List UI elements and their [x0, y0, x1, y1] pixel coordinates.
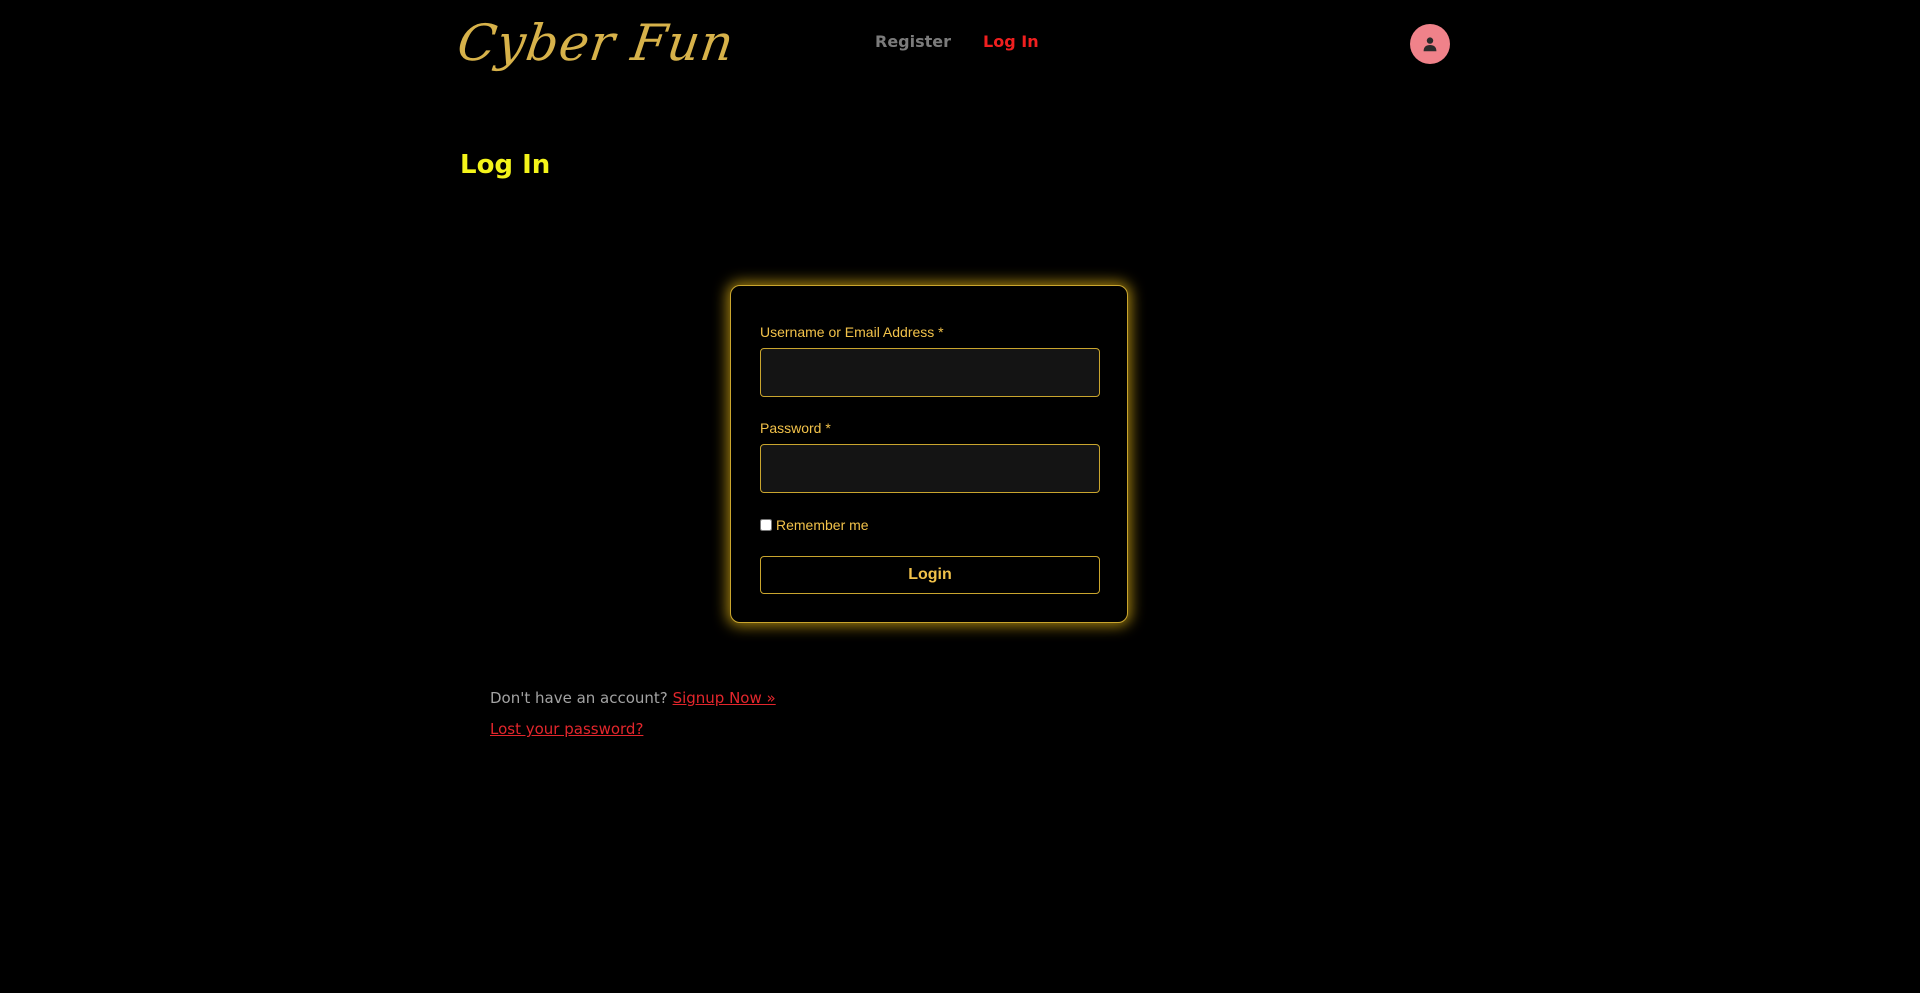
remember-me-row: Remember me [760, 517, 1098, 533]
login-page: Cyber Fun Register Log In Log In Usernam… [0, 0, 1920, 993]
no-account-text: Don't have an account? [490, 689, 668, 707]
page-title: Log In [460, 150, 551, 180]
user-icon [1423, 37, 1437, 52]
remember-me-checkbox[interactable] [760, 519, 772, 531]
login-button[interactable]: Login [760, 556, 1100, 594]
login-form: Username or Email Address * Password * R… [730, 285, 1128, 623]
username-input[interactable] [760, 348, 1100, 397]
signup-link[interactable]: Signup Now » [673, 689, 776, 707]
lost-password-row: Lost your password? [490, 714, 776, 745]
user-account-button[interactable] [1410, 24, 1450, 64]
lost-password-link[interactable]: Lost your password? [490, 720, 643, 738]
site-logo[interactable]: Cyber Fun [453, 8, 739, 78]
nav-register-link[interactable]: Register [875, 32, 951, 51]
nav-login-link[interactable]: Log In [983, 32, 1039, 51]
signup-row: Don't have an account? Signup Now » [490, 683, 776, 714]
remember-me-label: Remember me [776, 517, 869, 533]
main-nav: Register Log In [875, 32, 1039, 51]
account-links: Don't have an account? Signup Now » Lost… [490, 683, 776, 745]
username-label: Username or Email Address * [760, 324, 944, 340]
password-input[interactable] [760, 444, 1100, 493]
password-label: Password * [760, 420, 831, 436]
